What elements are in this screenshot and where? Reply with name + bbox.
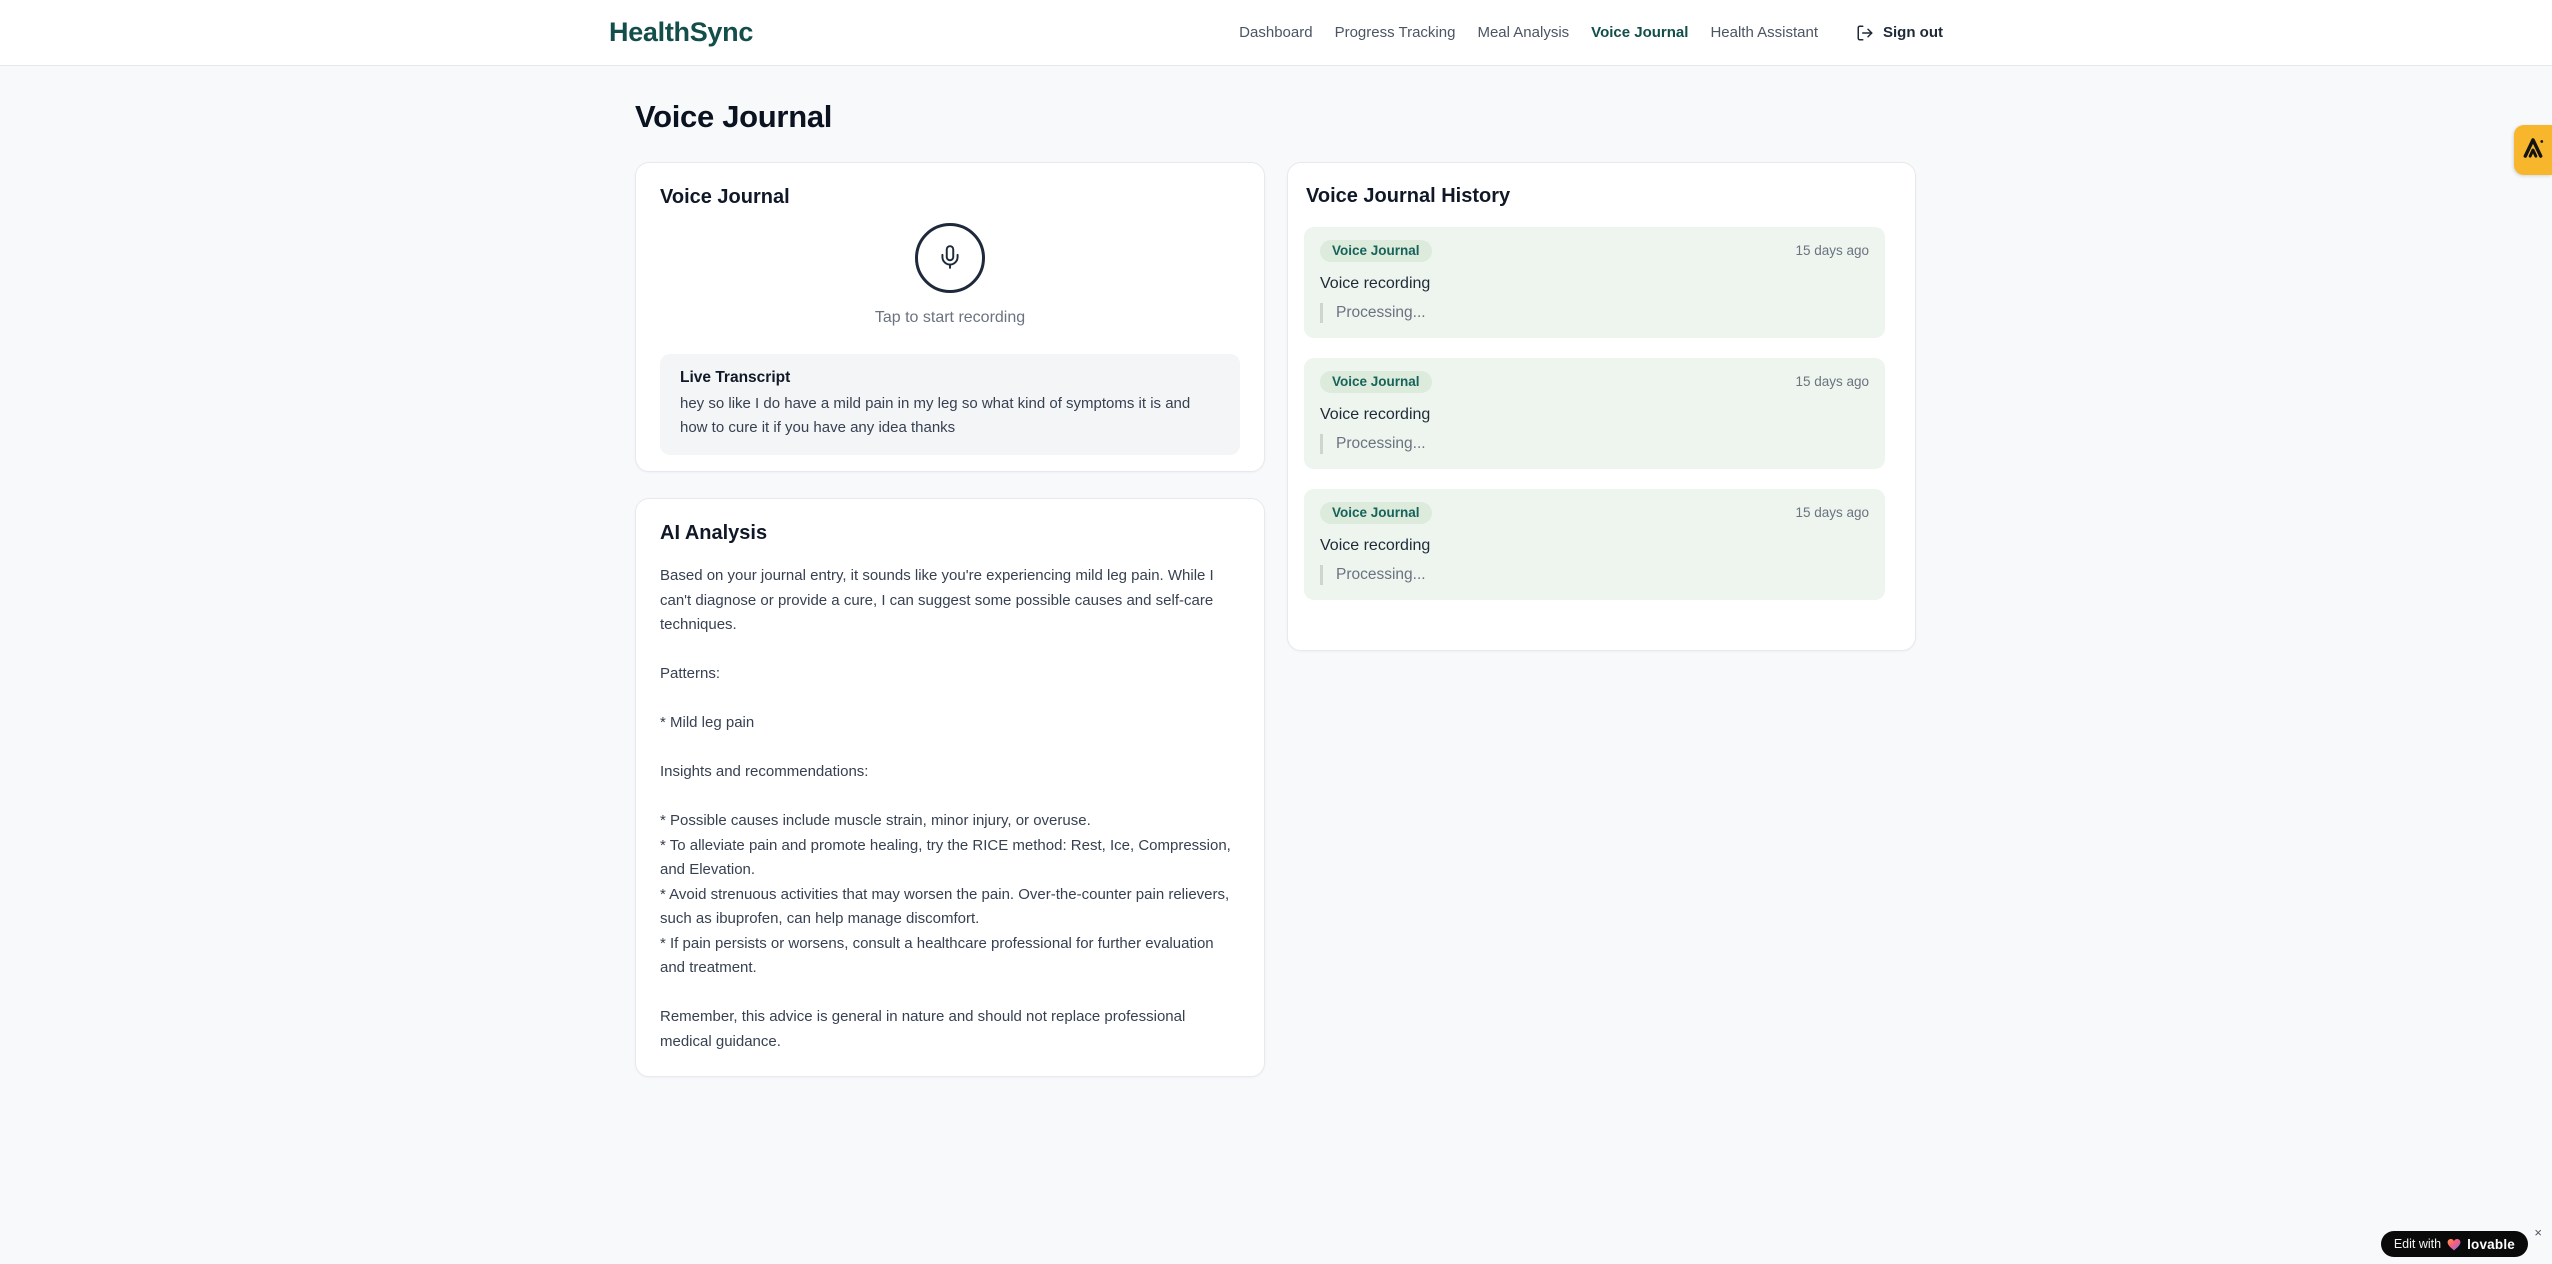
entry-type-badge: Voice Journal: [1320, 240, 1432, 262]
history-card: Voice Journal History Voice Journal 15 d…: [1287, 162, 1916, 651]
entry-type-badge: Voice Journal: [1320, 371, 1432, 393]
sign-out-label: Sign out: [1883, 24, 1943, 41]
entry-status: Processing...: [1320, 565, 1869, 585]
nav-meal-analysis[interactable]: Meal Analysis: [1477, 24, 1569, 41]
entry-status: Processing...: [1320, 303, 1869, 323]
main-content: Voice Journal Voice Journal Tap to start…: [635, 66, 1917, 1077]
entry-title: Voice recording: [1320, 275, 1431, 292]
lovable-heart-icon: [2447, 1238, 2461, 1251]
lovable-mark-icon: [2520, 135, 2546, 166]
entry-timestamp: 15 days ago: [1795, 374, 1869, 389]
nav-progress-tracking[interactable]: Progress Tracking: [1335, 24, 1456, 41]
nav-health-assistant[interactable]: Health Assistant: [1710, 24, 1818, 41]
entry-type-badge: Voice Journal: [1320, 502, 1432, 524]
tap-to-record-hint: Tap to start recording: [874, 309, 1026, 326]
entry-timestamp: 15 days ago: [1795, 243, 1869, 258]
entry-title: Voice recording: [1320, 537, 1431, 554]
history-entry[interactable]: Voice Journal 15 days ago Voice recordin…: [1304, 489, 1885, 600]
page-title: Voice Journal: [635, 99, 833, 134]
nav-voice-journal[interactable]: Voice Journal: [1591, 24, 1688, 41]
lovable-brand-label: lovable: [2467, 1236, 2515, 1252]
record-button[interactable]: [915, 223, 985, 293]
ai-analysis-text: Based on your journal entry, it sounds l…: [660, 567, 1231, 1050]
logout-icon: [1856, 24, 1874, 42]
lovable-badge-text: Edit with: [2393, 1237, 2442, 1251]
entry-title: Voice recording: [1320, 406, 1431, 423]
entry-timestamp: 15 days ago: [1795, 505, 1869, 520]
nav-dashboard[interactable]: Dashboard: [1239, 24, 1312, 41]
live-transcript-title: Live Transcript: [680, 369, 791, 386]
history-card-title: Voice Journal History: [1306, 185, 1511, 207]
microphone-icon: [937, 244, 963, 273]
live-transcript-box: Live Transcript hey so like I do have a …: [660, 354, 1240, 455]
sign-out-button[interactable]: Sign out: [1856, 24, 1943, 42]
ai-analysis-title: AI Analysis: [660, 522, 768, 544]
history-entry[interactable]: Voice Journal 15 days ago Voice recordin…: [1304, 227, 1885, 338]
dev-panel-tab[interactable]: [2514, 125, 2552, 175]
brand-logo[interactable]: HealthSync: [609, 17, 753, 48]
live-transcript-text: hey so like I do have a mild pain in my …: [680, 395, 1191, 436]
entry-status: Processing...: [1320, 434, 1869, 454]
app-header: HealthSync Dashboard Progress Tracking M…: [0, 0, 2552, 66]
history-entry[interactable]: Voice Journal 15 days ago Voice recordin…: [1304, 358, 1885, 469]
ai-analysis-card: AI Analysis Based on your journal entry,…: [635, 498, 1265, 1077]
main-nav: Dashboard Progress Tracking Meal Analysi…: [1239, 24, 1943, 42]
lovable-badge[interactable]: Edit with lovable ×: [2380, 1226, 2542, 1257]
recorder-card-title: Voice Journal: [660, 186, 790, 208]
voice-recorder-card: Voice Journal Tap to start recording Liv…: [635, 162, 1265, 472]
lovable-close-icon[interactable]: ×: [2534, 1226, 2542, 1239]
